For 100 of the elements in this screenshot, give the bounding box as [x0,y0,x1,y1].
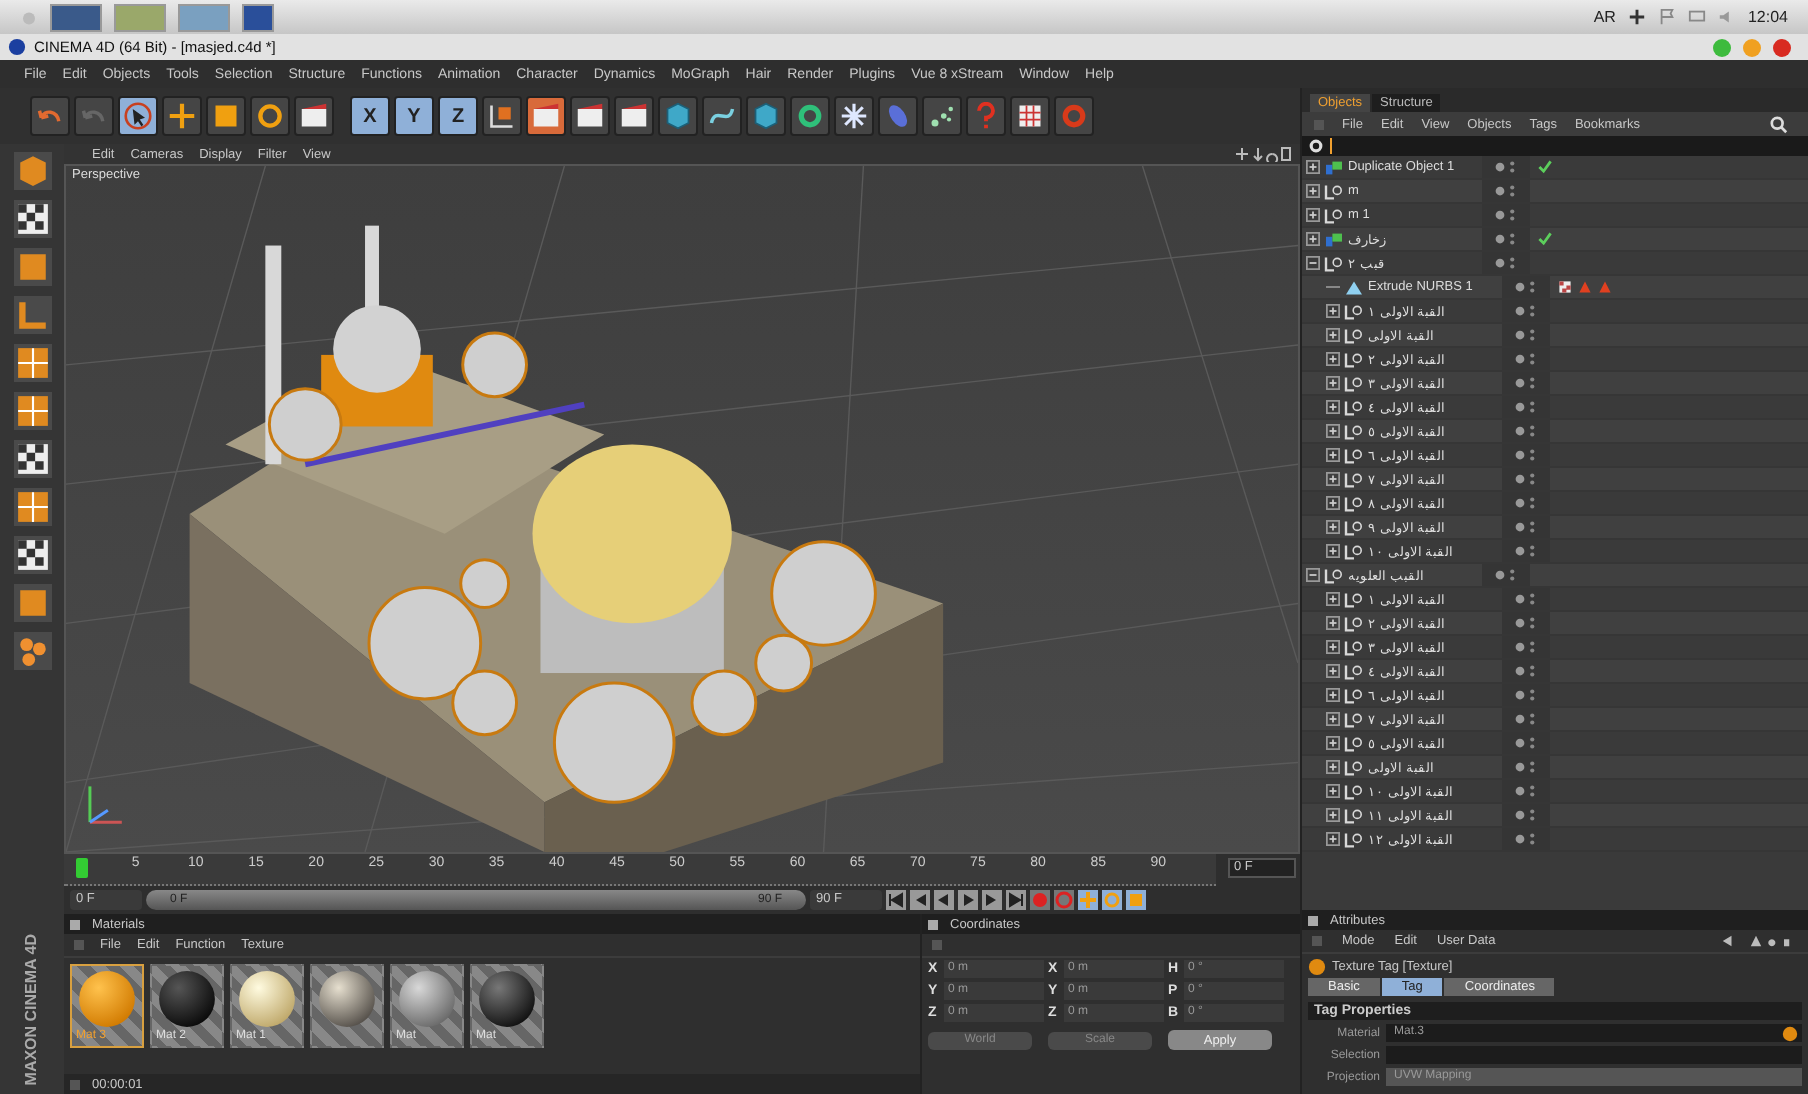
expand-icon[interactable] [1326,400,1340,414]
expand-icon[interactable] [1326,664,1340,678]
expand-icon[interactable] [1326,712,1340,726]
render-picture-button[interactable] [570,96,610,136]
clapper-button[interactable] [294,96,334,136]
panel-grip-icon[interactable] [1308,915,1318,925]
play-backward-icon[interactable] [934,890,954,910]
render-view-button[interactable] [526,96,566,136]
material-swatch[interactable] [310,964,384,1048]
visibility-dots-icon[interactable] [1513,688,1539,702]
grid-icon[interactable] [13,392,51,430]
visibility-dots-icon[interactable] [1513,832,1539,846]
expand-icon[interactable] [1326,304,1340,318]
visibility-dots-icon[interactable] [1513,640,1539,654]
panel-grip-icon[interactable] [1314,119,1324,129]
rotate-button[interactable] [250,96,290,136]
square-icon[interactable] [13,584,51,622]
expand-icon[interactable] [1326,424,1340,438]
checker-icon[interactable] [13,440,51,478]
visibility-dots-icon[interactable] [1513,376,1539,390]
step-back-icon[interactable] [910,890,930,910]
visibility-dots-icon[interactable] [1513,328,1539,342]
visibility-dots-icon[interactable] [1513,496,1539,510]
expand-icon[interactable] [1326,520,1340,534]
checker-icon[interactable] [13,536,51,574]
visibility-dots-icon[interactable] [1493,160,1519,174]
visibility-dots-icon[interactable] [1513,520,1539,534]
record-button[interactable] [1054,96,1094,136]
expand-icon[interactable] [1306,160,1320,174]
move-button[interactable] [162,96,202,136]
taskbar-window-thumbnail[interactable] [50,3,102,31]
spline-button[interactable] [702,96,742,136]
visibility-dots-icon[interactable] [1513,616,1539,630]
clock[interactable]: 12:04 [1747,8,1788,26]
visibility-dots-icon[interactable] [1513,472,1539,486]
visibility-dots-icon[interactable] [1493,256,1519,270]
visibility-dots-icon[interactable] [1513,808,1539,822]
taskbar-window-thumbnail[interactable] [114,3,166,31]
expand-icon[interactable] [1326,352,1340,366]
visibility-dots-icon[interactable] [1513,352,1539,366]
expand-icon[interactable] [1326,472,1340,486]
visibility-dots-icon[interactable] [1493,232,1519,246]
visibility-dots-icon[interactable] [1513,592,1539,606]
visibility-dots-icon[interactable] [1513,736,1539,750]
search-icon[interactable] [1770,115,1788,133]
visibility-dots-icon[interactable] [1493,184,1519,198]
visibility-dots-icon[interactable] [1513,544,1539,558]
visibility-dots-icon[interactable] [1493,568,1519,582]
collapse-icon[interactable] [1306,256,1320,270]
expand-icon[interactable] [1326,496,1340,510]
coordinate-axes-button[interactable] [482,96,522,136]
oval-button[interactable] [878,96,918,136]
close-button[interactable] [1772,37,1792,57]
help-button[interactable] [966,96,1006,136]
panel-grip-icon[interactable] [1312,936,1322,946]
panel-grip-icon[interactable] [932,940,942,950]
language-indicator[interactable]: AR [1593,8,1616,26]
taskbar-window-thumbnail[interactable] [178,3,230,31]
panel-grip-icon[interactable] [928,919,938,929]
nurbs-button[interactable] [746,96,786,136]
step-forward-icon[interactable] [982,890,1002,910]
square-icon[interactable] [13,248,51,286]
expand-icon[interactable] [1326,376,1340,390]
grid-icon[interactable] [13,488,51,526]
layers-button[interactable] [1010,96,1050,136]
expand-icon[interactable] [1306,208,1320,222]
expand-icon[interactable] [1326,832,1340,846]
visibility-dots-icon[interactable] [1513,304,1539,318]
panel-grip-icon[interactable] [70,919,80,929]
visibility-dots-icon[interactable] [1513,424,1539,438]
axis-lock-button[interactable]: Z [438,96,478,136]
expand-icon[interactable] [1326,640,1340,654]
checkmark-tag-icon[interactable] [1538,232,1552,246]
visibility-dots-icon[interactable] [1513,760,1539,774]
expand-icon[interactable] [1326,616,1340,630]
checkmark-tag-icon[interactable] [1538,160,1552,174]
flag-icon[interactable] [1657,8,1676,26]
play-icon[interactable] [958,890,978,910]
visibility-dots-icon[interactable] [1513,400,1539,414]
go-to-end-icon[interactable] [1006,890,1026,910]
expand-icon[interactable] [1306,232,1320,246]
visibility-dots-icon[interactable] [1513,280,1539,294]
collapse-icon[interactable] [1306,568,1320,582]
go-to-start-icon[interactable] [886,890,906,910]
expand-icon[interactable] [1326,328,1340,342]
expand-icon[interactable] [1326,688,1340,702]
visibility-dots-icon[interactable] [1513,448,1539,462]
expand-icon[interactable] [1326,808,1340,822]
dots-icon[interactable] [13,632,51,670]
star-button[interactable] [834,96,874,136]
expand-icon[interactable] [1326,736,1340,750]
checker-tag-icon[interactable] [1558,280,1572,294]
select-button[interactable] [118,96,158,136]
playhead-handle[interactable] [75,858,88,878]
axis-lock-button[interactable]: Y [394,96,434,136]
visibility-dots-icon[interactable] [1513,664,1539,678]
monitor-icon[interactable] [1687,8,1706,26]
mosque-model-drawing[interactable] [189,225,944,852]
taskbar-window-thumbnail[interactable] [242,3,274,31]
render-settings-button[interactable] [614,96,654,136]
